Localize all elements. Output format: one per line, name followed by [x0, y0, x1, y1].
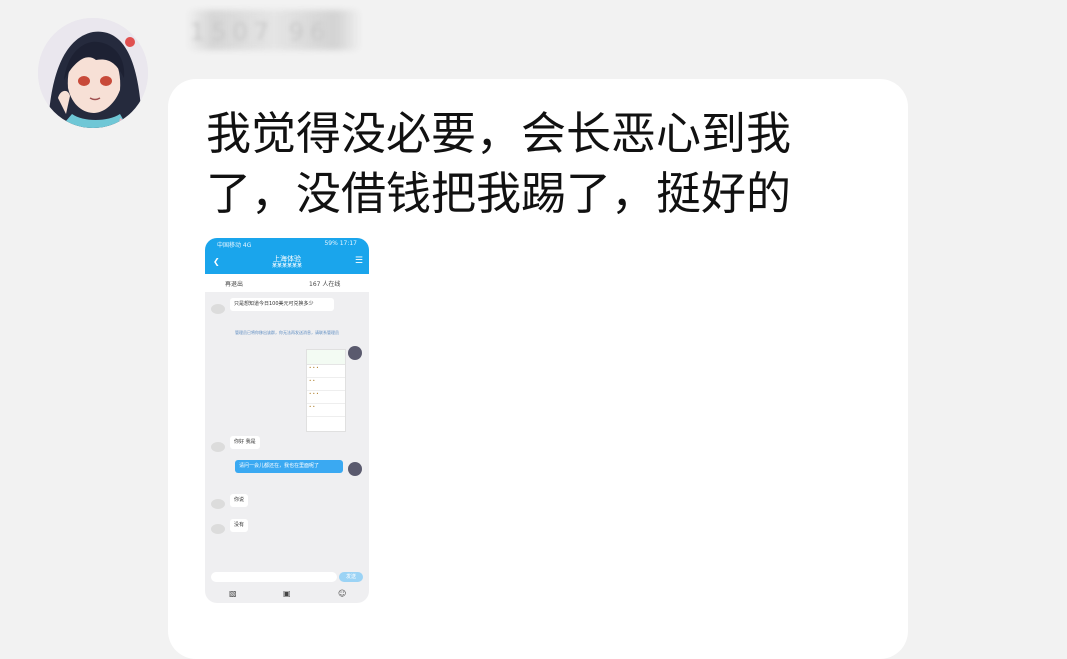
mini-avatar-self [348, 462, 362, 476]
menu-icon: ☰ [354, 256, 363, 266]
mini-avatar-self [348, 346, 362, 360]
avatar[interactable] [38, 18, 148, 128]
system-note: 管理员已将你移出该群，你无法再发送消息，请联系管理员 [235, 330, 339, 335]
mini-send-button: 发送 [339, 572, 363, 582]
mini-bubble: 只是想知道今日100美元可兑换多少 [230, 298, 334, 311]
mini-bubble: 没有 [230, 519, 249, 532]
mini-image-card: • • • • • • • • • • [306, 349, 346, 432]
info-right: 167 人在线 [309, 281, 341, 288]
info-left: 再退出 [225, 281, 244, 288]
mini-bubble-self: 请问一会儿都还在，我也在里面呢了 [235, 460, 343, 473]
screenshot-subtitle: 某某某某某某 [271, 263, 302, 269]
mini-avatar [211, 304, 225, 314]
embedded-screenshot[interactable]: 中国移动 4G 59% 17:17 ❮ 上海体验 某某某某某某 ☰ 再退出 16… [205, 238, 369, 603]
message-text: 我觉得没必要，会长恶心到我了，没借钱把我踢了，挺好的 [206, 107, 792, 220]
mini-bubble: 你好 我是 [230, 436, 260, 449]
emoji-icon: ☺ [338, 589, 347, 598]
sender-name: 1507 96 [190, 18, 332, 46]
avatar-image [38, 18, 148, 128]
screenshot-title: 上海体验 [273, 255, 301, 263]
mini-avatar [211, 499, 225, 509]
mini-avatar [211, 442, 225, 452]
screenshot-info-bar: 再退出 167 人在线 [205, 274, 369, 292]
mini-input [211, 572, 337, 582]
mini-bubble: 你说 [230, 494, 249, 507]
status-left: 中国移动 4G [217, 242, 252, 249]
screenshot-header: 中国移动 4G 59% 17:17 ❮ 上海体验 某某某某某某 ☰ [205, 238, 369, 274]
status-right: 59% 17:17 [324, 240, 357, 247]
mini-avatar [211, 524, 225, 534]
voice-icon: ▧ [229, 589, 237, 598]
image-icon: ▣ [283, 589, 291, 598]
